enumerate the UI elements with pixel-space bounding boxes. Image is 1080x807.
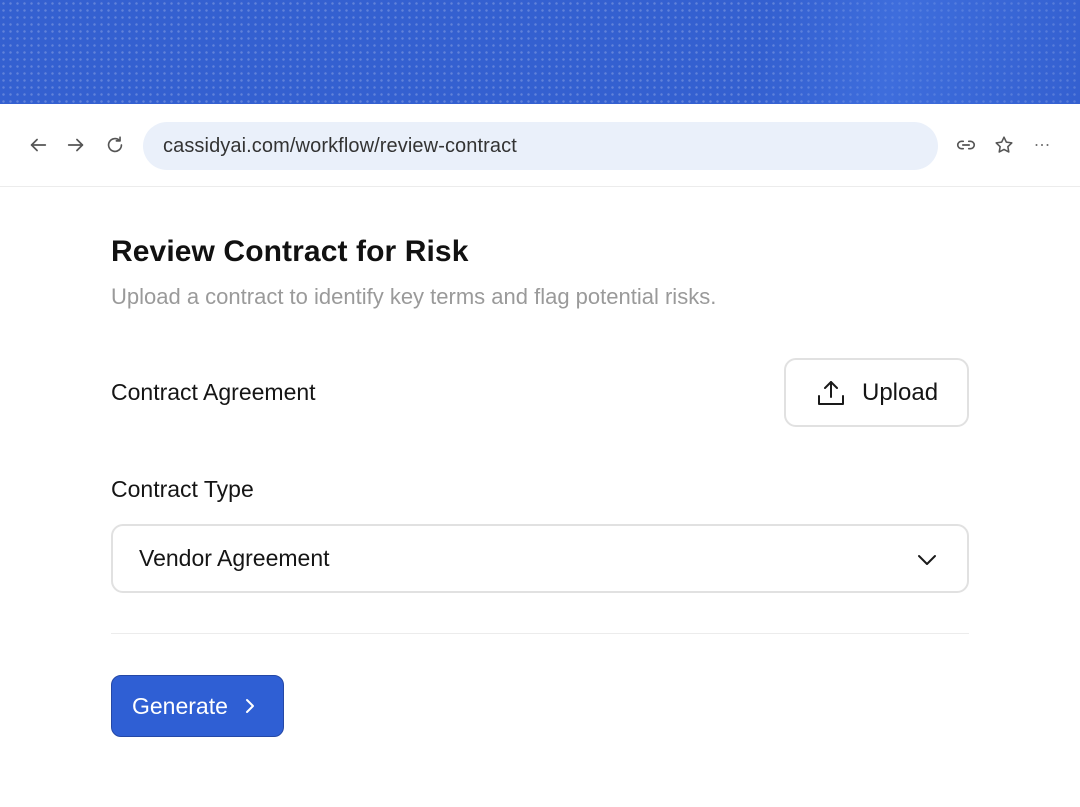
- chevron-down-icon: [915, 548, 939, 572]
- reload-icon: [107, 136, 123, 153]
- address-bar[interactable]: cassidyai.com/workflow/review-contract: [143, 122, 938, 170]
- arrow-left-icon: [30, 138, 47, 152]
- bookmark-button[interactable]: [991, 132, 1017, 158]
- upload-button-label: Upload: [862, 378, 939, 406]
- generate-button[interactable]: Generate: [111, 675, 284, 737]
- star-icon: [995, 136, 1013, 153]
- link-icon: [956, 140, 976, 150]
- contract-type-select[interactable]: Vendor Agreement: [111, 524, 969, 593]
- decorative-banner: [0, 0, 1080, 104]
- contract-type-value: Vendor Agreement: [139, 545, 330, 571]
- more-button[interactable]: [1029, 132, 1055, 158]
- divider: [111, 633, 969, 634]
- chevron-right-icon: [240, 697, 258, 715]
- contract-agreement-label: Contract Agreement: [111, 379, 316, 405]
- generate-button-label: Generate: [132, 692, 228, 719]
- upload-icon: [816, 378, 846, 408]
- back-button[interactable]: [25, 132, 51, 158]
- reload-button[interactable]: [102, 132, 128, 158]
- upload-button[interactable]: Upload: [784, 358, 969, 427]
- page-subtitle: Upload a contract to identify key terms …: [111, 284, 717, 309]
- browser-toolbar: cassidyai.com/workflow/review-contract: [0, 104, 1080, 187]
- url-text: cassidyai.com/workflow/review-contract: [163, 134, 517, 157]
- more-icon: [1035, 143, 1049, 147]
- arrow-right-icon: [67, 138, 84, 152]
- forward-button[interactable]: [63, 132, 89, 158]
- contract-type-label: Contract Type: [111, 476, 254, 502]
- page-title: Review Contract for Risk: [111, 235, 469, 268]
- copy-link-button[interactable]: [953, 132, 979, 158]
